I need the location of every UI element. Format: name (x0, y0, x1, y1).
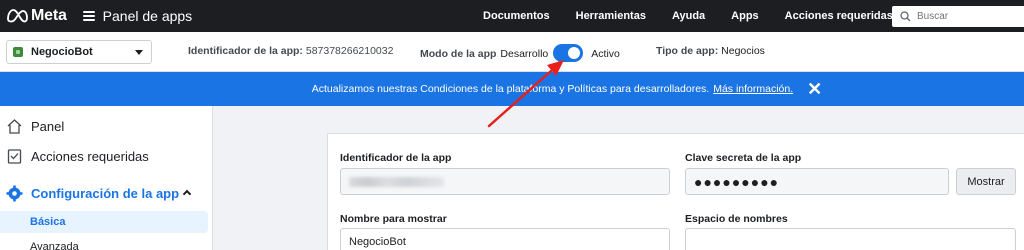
app-mode-toggle[interactable] (553, 44, 584, 62)
policy-banner: Actualizamos nuestras Condiciones de la … (0, 72, 1024, 106)
app-id-field-label: Identificador de la app (340, 152, 452, 164)
basic-settings-card: Identificador de la app Clave secreta de… (327, 133, 1024, 250)
sidebar-item-label: Acciones requeridas (31, 148, 149, 164)
mode-active-label: Activo (591, 48, 620, 60)
house-icon (7, 118, 22, 134)
sidebar-item-required-actions[interactable]: Acciones requeridas (0, 146, 213, 166)
banner-message: Actualizamos nuestras Condiciones de la … (311, 83, 710, 95)
gear-icon (6, 185, 23, 201)
selected-app-name: NegocioBot (31, 46, 93, 58)
nav-apps[interactable]: Apps (718, 10, 772, 22)
app-mode-label: Modo de la app (420, 48, 497, 60)
nav-ayuda[interactable]: Ayuda (659, 10, 718, 22)
app-dashboard-title[interactable]: Panel de apps (103, 8, 193, 24)
display-name-input[interactable]: NegocioBot (340, 228, 670, 250)
meta-logo[interactable]: Meta (6, 7, 67, 25)
mode-dev-label: Desarrollo (500, 48, 549, 60)
app-id-label: Identificador de la app: (188, 45, 303, 57)
search-input[interactable] (917, 11, 1024, 22)
sidebar-item-app-settings[interactable]: Configuración de la app (0, 182, 213, 204)
close-icon[interactable]: ✕ (807, 80, 822, 98)
sidebar-item-label: Panel (31, 118, 65, 134)
top-bar: Meta Panel de apps Documentos Herramient… (0, 0, 1024, 32)
sidebar-sub-basic[interactable]: Básica (0, 211, 208, 233)
app-type-value: Negocios (721, 45, 765, 57)
redacted-value (349, 176, 444, 187)
toggle-knob (568, 47, 581, 59)
checklist-icon (7, 148, 22, 164)
namespace-input[interactable] (685, 228, 1016, 250)
search-box[interactable] (892, 6, 1024, 27)
sidebar-item-panel[interactable]: Panel (0, 116, 213, 136)
top-nav: Documentos Herramientas Ayuda Apps Accio… (470, 0, 906, 32)
show-secret-button[interactable]: Mostrar (956, 168, 1016, 195)
sidebar-sub-advanced[interactable]: Avanzada (0, 236, 208, 250)
sidebar-item-label: Configuración de la app (31, 185, 180, 201)
search-icon (900, 11, 911, 22)
app-secret-field[interactable]: ●●●●●●●●● (685, 168, 949, 195)
meta-infinity-icon (7, 9, 28, 23)
app-id-info: Identificador de la app: 587378266210032 (188, 45, 393, 57)
nav-documentos[interactable]: Documentos (470, 10, 563, 22)
app-type-label: Tipo de app: (656, 45, 719, 57)
app-secret-masked-value: ●●●●●●●●● (694, 173, 780, 190)
caret-down-icon (135, 50, 143, 55)
hamburger-menu-icon[interactable] (82, 11, 95, 21)
nav-acciones-requeridas[interactable]: Acciones requeridas (772, 10, 906, 22)
display-name-field-label: Nombre para mostrar (340, 213, 447, 225)
nav-herramientas[interactable]: Herramientas (563, 10, 659, 22)
app-id-value[interactable]: 587378266210032 (306, 45, 394, 57)
namespace-field-label: Espacio de nombres (685, 213, 788, 225)
logo-text: Meta (31, 7, 67, 24)
app-avatar-icon (13, 47, 23, 57)
app-info-bar: NegocioBot Identificador de la app: 5873… (0, 32, 1024, 72)
app-selector-dropdown[interactable]: NegocioBot (6, 40, 152, 64)
app-id-field[interactable] (340, 168, 670, 195)
app-mode: Modo de la app Desarrollo Activo (420, 44, 620, 63)
app-type-info: Tipo de app: Negocios (656, 45, 765, 57)
banner-more-info-link[interactable]: Más información. (713, 83, 793, 95)
chevron-up-icon[interactable] (182, 189, 192, 199)
sidebar: Panel Acciones requeridas Configuración … (0, 106, 213, 250)
app-secret-field-label: Clave secreta de la app (685, 152, 802, 164)
